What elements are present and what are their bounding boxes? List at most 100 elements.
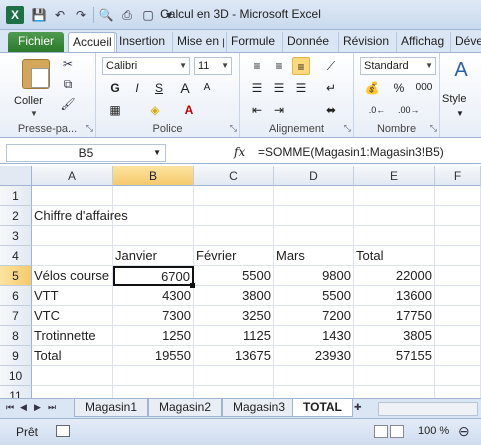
macro-record-icon[interactable] [56,425,70,437]
decrease-indent-icon[interactable]: ⇤ [248,101,266,119]
cell-e8[interactable]: 3805 [354,326,435,346]
empty-cell[interactable] [435,246,481,266]
empty-cell[interactable] [435,286,481,306]
zoom-level[interactable]: 100 % [418,425,449,437]
align-middle-icon[interactable]: ≡ [270,57,288,75]
cell-c9[interactable]: 13675 [194,346,274,366]
empty-cell[interactable] [194,366,274,386]
increase-decimal-icon[interactable]: .0← [368,101,386,119]
wrap-text-icon[interactable]: ↵ [322,79,340,97]
row-header-3[interactable]: 3 [0,226,32,246]
italic-button[interactable]: I [128,79,146,97]
cell-a9[interactable]: Total [32,346,113,366]
fill-handle[interactable] [190,283,195,288]
percent-button[interactable]: % [390,79,408,97]
cell-a7[interactable]: VTC [32,306,113,326]
column-header-b[interactable]: B [113,166,194,186]
sheet-tab-magasin3[interactable]: Magasin3 [222,399,297,417]
cell-d7[interactable]: 7200 [274,306,354,326]
empty-cell[interactable] [274,206,354,226]
tab-fichier[interactable]: Fichier [8,32,64,52]
cell-a6[interactable]: VTT [32,286,113,306]
dialog-launcher-icon[interactable]: ⤡ [430,123,437,134]
styles-button[interactable]: Style [442,93,466,105]
empty-cell[interactable] [32,366,113,386]
empty-cell[interactable] [274,386,354,398]
shrink-font-button[interactable]: A [198,79,216,97]
font-size-select[interactable]: 11 ▼ [194,57,232,75]
horizontal-scrollbar[interactable] [378,402,478,416]
empty-cell[interactable] [435,306,481,326]
page-layout-icon[interactable] [390,425,404,438]
format-painter-icon[interactable]: 🖌 [60,97,76,111]
row-header-2[interactable]: 2 [0,206,32,226]
cell-b4[interactable]: Janvier [113,246,194,266]
empty-cell[interactable] [194,386,274,398]
cell-a8[interactable]: Trotinnette [32,326,113,346]
row-header-8[interactable]: 8 [0,326,32,346]
empty-cell[interactable] [274,226,354,246]
chevron-down-icon[interactable]: ▼ [456,109,464,118]
empty-cell[interactable] [435,186,481,206]
first-sheet-icon[interactable]: ⏮ [6,402,14,413]
styles-icon[interactable]: A [450,60,472,85]
empty-cell[interactable] [435,266,481,286]
empty-cell[interactable] [113,386,194,398]
empty-cell[interactable] [354,206,435,226]
cell-d8[interactable]: 1430 [274,326,354,346]
empty-cell[interactable] [354,186,435,206]
empty-cell[interactable] [194,226,274,246]
empty-cell[interactable] [435,226,481,246]
copy-icon[interactable]: ⧉ [60,77,76,92]
empty-cell[interactable] [435,346,481,366]
row-header-5[interactable]: 5 [0,266,32,286]
empty-cell[interactable] [32,186,113,206]
cell-e4[interactable]: Total [354,246,435,266]
cell-b5[interactable]: 6700 [113,266,194,286]
cell-d6[interactable]: 5500 [274,286,354,306]
underline-button[interactable]: S [150,79,168,97]
empty-cell[interactable] [32,386,113,398]
cell-e6[interactable]: 13600 [354,286,435,306]
font-color-icon[interactable]: A [180,101,198,119]
cell-b8[interactable]: 1250 [113,326,194,346]
tab-mise-en-page[interactable]: Mise en p [172,32,224,52]
sheet-tab-magasin1[interactable]: Magasin1 [74,399,149,417]
dialog-launcher-icon[interactable]: ⤡ [86,123,93,134]
bold-button[interactable]: G [106,79,124,97]
currency-icon[interactable]: 💰 [360,79,384,97]
formula-input[interactable]: =SOMME(Magasin1:Magasin3!B5) [258,145,444,159]
next-sheet-icon[interactable]: ▶ [34,402,41,413]
decrease-decimal-icon[interactable]: .00→ [398,101,420,119]
cell-b6[interactable]: 4300 [113,286,194,306]
cell-d4[interactable]: Mars [274,246,354,266]
row-header-9[interactable]: 9 [0,346,32,366]
empty-cell[interactable] [274,186,354,206]
empty-cell[interactable] [32,246,113,266]
row-header-7[interactable]: 7 [0,306,32,326]
tab-donnees[interactable]: Donnée [282,32,336,52]
fill-color-icon[interactable]: ◈ [146,101,164,119]
borders-icon[interactable]: ▦ [106,101,124,119]
column-header-e[interactable]: E [354,166,435,186]
grow-font-button[interactable]: A [176,79,194,97]
select-all-button[interactable] [0,166,32,186]
empty-cell[interactable] [113,226,194,246]
empty-cell[interactable] [354,386,435,398]
empty-cell[interactable] [435,366,481,386]
cell-c8[interactable]: 1125 [194,326,274,346]
cell-d9[interactable]: 23930 [274,346,354,366]
cell-b9[interactable]: 19550 [113,346,194,366]
empty-cell[interactable] [435,386,481,398]
align-bottom-icon[interactable]: ≡ [292,57,310,75]
empty-cell[interactable] [354,366,435,386]
cell-e5[interactable]: 22000 [354,266,435,286]
row-header-6[interactable]: 6 [0,286,32,306]
insert-sheet-icon[interactable]: ✚ [354,402,362,413]
cell-c5[interactable]: 5500 [194,266,274,286]
tab-developpeur[interactable]: Déve [450,32,481,52]
column-header-f[interactable]: F [435,166,481,186]
paste-button[interactable]: Coller [14,95,43,107]
zoom-out-icon[interactable]: ⊖ [458,423,470,440]
cell-b7[interactable]: 7300 [113,306,194,326]
